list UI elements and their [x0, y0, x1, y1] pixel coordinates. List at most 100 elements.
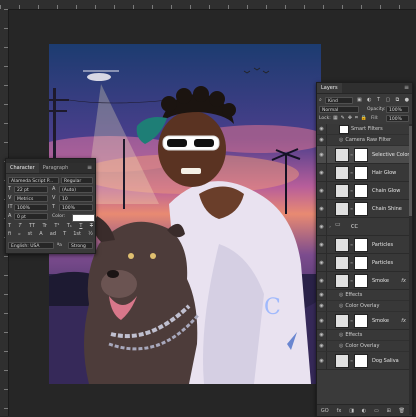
layer-row[interactable]: ◉ ∞ Smoke fx — [317, 312, 409, 330]
underline-button[interactable]: T — [79, 223, 82, 230]
layer-mask-thumbnail[interactable] — [354, 237, 368, 252]
layer-row[interactable]: ◉ ∞ Dog Saliva — [317, 352, 409, 370]
visibility-eye-icon[interactable]: ◉ — [317, 254, 327, 271]
subscript-button[interactable]: T₁ — [67, 223, 72, 230]
layer-effect-row[interactable]: ◉ ◎ Camera Raw Filter — [317, 135, 409, 146]
layer-effect-row[interactable]: ◉ ◎ Color Overlay — [317, 301, 409, 312]
lock-image-icon[interactable]: ✎ — [341, 115, 345, 122]
visibility-eye-icon[interactable]: ◉ — [317, 330, 327, 340]
opacity-field[interactable]: 100% — [386, 106, 409, 113]
layer-mask-thumbnail[interactable] — [354, 313, 368, 328]
scrollbar-thumb[interactable] — [409, 126, 412, 216]
layer-mask-thumbnail[interactable] — [354, 255, 368, 270]
visibility-eye-icon[interactable]: ◉ — [317, 236, 327, 253]
layer-thumbnail[interactable] — [335, 313, 349, 328]
ligatures-button[interactable]: fi — [8, 231, 11, 238]
faux-italic-button[interactable]: T — [19, 223, 22, 230]
layer-row[interactable]: ◉∞Selective Color 4 — [317, 146, 409, 164]
layer-effect-row[interactable]: ◉ ◎ Effects — [317, 290, 409, 301]
old-style-button[interactable]: ℴ — [18, 231, 20, 238]
visibility-eye-icon[interactable]: ◉ — [317, 301, 327, 311]
layer-effect-row[interactable]: ◉ Smart Filters — [317, 124, 409, 135]
adjustment-icon[interactable]: ◐ — [362, 408, 366, 414]
filter-pixel-icon[interactable]: ▣ — [357, 97, 362, 104]
language-dropdown[interactable]: English: USA — [8, 242, 54, 249]
layer-thumbnail[interactable] — [335, 183, 349, 198]
vertical-scale-field[interactable]: 100% — [14, 204, 48, 211]
text-color-swatch[interactable] — [72, 214, 95, 222]
superscript-button[interactable]: T¹ — [54, 223, 59, 230]
strikethrough-button[interactable]: T — [90, 223, 93, 230]
layer-fx-icon[interactable]: fx — [401, 318, 406, 324]
layer-thumbnail[interactable] — [335, 273, 349, 288]
horizontal-ruler[interactable] — [0, 0, 416, 10]
fx-icon[interactable]: fx — [337, 408, 342, 414]
layer-fx-icon[interactable]: fx — [401, 278, 406, 284]
antialias-dropdown[interactable]: Strong — [68, 242, 93, 249]
visibility-eye-icon[interactable]: ◉ — [317, 312, 327, 329]
blend-mode-dropdown[interactable]: Normal — [319, 106, 359, 113]
folder-icon[interactable]: ▭ — [335, 221, 347, 233]
lock-position-icon[interactable]: ✥ — [348, 115, 352, 122]
titling-alternates-button[interactable]: T — [63, 231, 66, 238]
new-layer-icon[interactable]: ⊞ — [387, 408, 391, 414]
visibility-eye-icon[interactable]: ◉ — [317, 352, 327, 369]
filter-kind-dropdown[interactable]: Kind — [325, 97, 353, 104]
stylistic-alternates-button[interactable]: ad — [50, 231, 56, 238]
discretionary-ligatures-button[interactable]: st — [28, 231, 33, 238]
baseline-shift-field[interactable]: 0 pt — [14, 213, 48, 220]
lock-all-icon[interactable]: 🔒 — [361, 115, 367, 122]
filter-adjustment-icon[interactable]: ◐ — [367, 97, 371, 104]
layer-row[interactable]: ◉ › ▭ CC — [317, 218, 409, 236]
layer-effect-row[interactable]: ◉ ◎ Color Overlay — [317, 341, 409, 352]
kerning-field[interactable]: Metrics — [14, 195, 48, 202]
link-icon[interactable]: GO — [321, 408, 329, 414]
layer-mask-thumbnail[interactable] — [354, 147, 368, 162]
visibility-eye-icon[interactable]: ◉ — [317, 290, 327, 300]
visibility-eye-icon[interactable]: ◉ — [317, 164, 327, 181]
layer-thumbnail[interactable] — [335, 201, 349, 216]
layer-mask-thumbnail[interactable] — [354, 353, 368, 368]
tracking-field[interactable]: 10 — [59, 195, 93, 202]
folder-icon[interactable]: ▭ — [374, 408, 379, 414]
tab-paragraph[interactable]: Paragraph — [39, 163, 73, 173]
tab-character[interactable]: Character — [6, 163, 39, 173]
leading-field[interactable]: (Auto) — [59, 186, 93, 193]
lock-artboard-icon[interactable]: ⌗ — [355, 115, 358, 122]
visibility-eye-icon[interactable]: ◉ — [317, 200, 327, 217]
visibility-eye-icon[interactable]: ◉ — [317, 272, 327, 289]
layer-mask-thumbnail[interactable] — [354, 183, 368, 198]
layer-row[interactable]: ◉ ∞ Chain Shine — [317, 200, 409, 218]
adjustment-layer-thumbnail[interactable] — [335, 147, 349, 162]
font-style-dropdown[interactable]: Regular — [61, 177, 93, 184]
visibility-eye-icon[interactable]: ◉ — [317, 341, 327, 351]
layer-thumbnail[interactable] — [335, 165, 349, 180]
visibility-eye-icon[interactable]: ◉ — [317, 124, 327, 134]
horizontal-scale-field[interactable]: 100% — [59, 204, 93, 211]
ordinals-button[interactable]: 1st — [73, 231, 81, 238]
layer-row[interactable]: ◉ ∞ Particles — [317, 236, 409, 254]
layers-scrollbar[interactable] — [409, 124, 412, 415]
layer-row[interactable]: ◉ ∞ Hair Glow — [317, 164, 409, 182]
layer-mask-thumbnail[interactable] — [354, 201, 368, 216]
faux-bold-button[interactable]: T — [8, 223, 11, 230]
layer-row[interactable]: ◉ ∞ Smoke fx — [317, 272, 409, 290]
layer-mask-thumbnail[interactable] — [354, 273, 368, 288]
trash-icon[interactable]: 🗑 — [399, 408, 405, 414]
layer-effect-row[interactable]: ◉ ◎ Effects — [317, 330, 409, 341]
layer-mask-thumbnail[interactable] — [354, 165, 368, 180]
panel-menu-icon[interactable]: ≡ — [404, 85, 409, 91]
small-caps-button[interactable]: Tr — [43, 223, 47, 230]
tab-layers[interactable]: Layers — [317, 83, 342, 93]
lock-transparency-icon[interactable]: ▦ — [333, 115, 338, 122]
layer-row[interactable]: ◉ ∞ Chain Glow — [317, 182, 409, 200]
visibility-eye-icon[interactable]: ◉ — [317, 218, 327, 235]
fractions-button[interactable]: ½ — [88, 231, 93, 238]
panel-menu-icon[interactable]: ≡ — [87, 165, 92, 171]
font-family-dropdown[interactable]: Alameda Script P... — [8, 177, 59, 184]
mask-add-icon[interactable]: ◨ — [349, 408, 354, 414]
layer-thumbnail[interactable] — [335, 353, 349, 368]
filter-mask-thumbnail[interactable] — [339, 124, 349, 134]
visibility-eye-icon[interactable]: ◉ — [317, 146, 327, 163]
visibility-eye-icon[interactable]: ◉ — [317, 182, 327, 199]
